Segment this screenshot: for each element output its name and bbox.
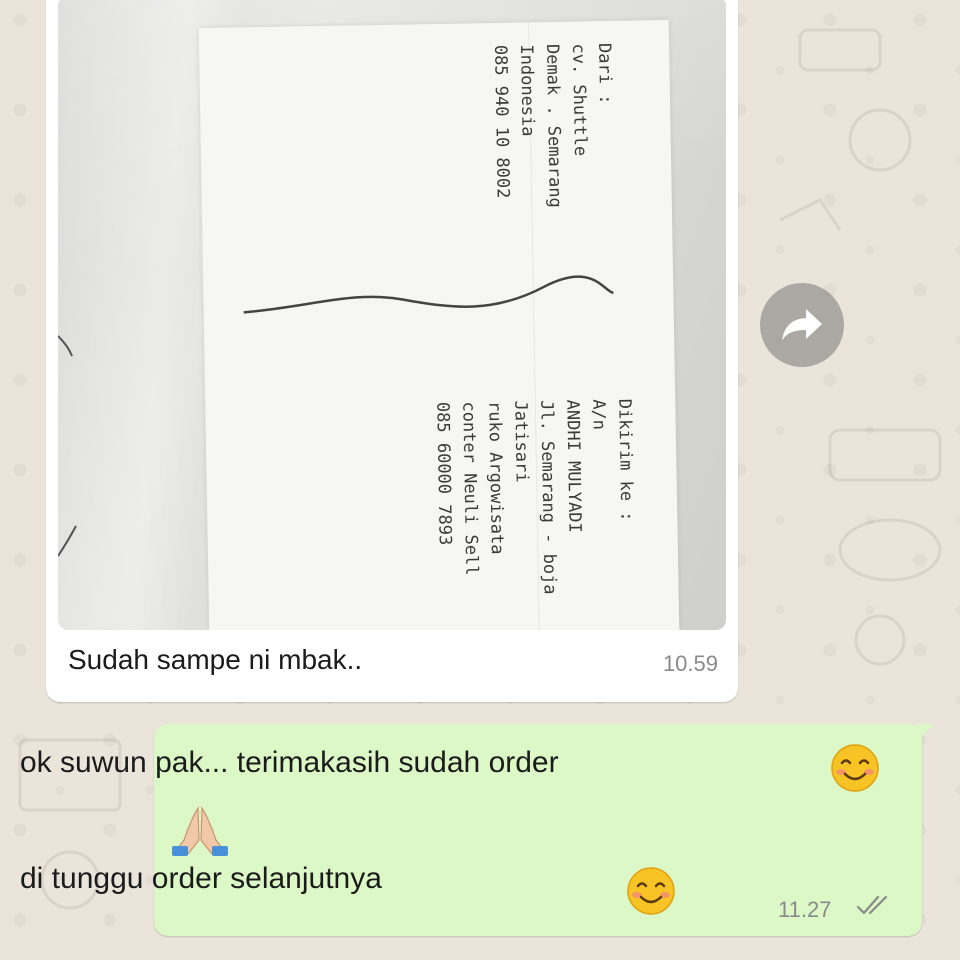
forward-button[interactable] bbox=[760, 283, 844, 367]
outgoing-text-line: ok suwun pak... terimakasih sudah order bbox=[20, 746, 559, 779]
double-check-icon bbox=[856, 894, 894, 923]
recipient-line: conter Neuli Sell bbox=[458, 401, 482, 576]
sender-line: Dari : bbox=[594, 42, 616, 105]
incoming-message-bubble[interactable]: Dari : cv. Shuttle Demak . Semarang Indo… bbox=[46, 0, 738, 702]
recipient-address: Dikirim ke : A/n ANDHI MULYADI Jl. Semar… bbox=[429, 399, 640, 597]
recipient-line: 085 60000 7893 bbox=[432, 401, 455, 546]
address-label-paper: Dari : cv. Shuttle Demak . Semarang Indo… bbox=[198, 19, 680, 630]
outgoing-text-line: di tunggu order selanjutnya bbox=[20, 862, 382, 895]
sender-line: 085 940 10 8002 bbox=[490, 44, 513, 199]
shipping-label-photo[interactable]: Dari : cv. Shuttle Demak . Semarang Indo… bbox=[58, 0, 726, 630]
recipient-line: Jl. Semarang - boja bbox=[536, 399, 560, 595]
smiling-face-emoji bbox=[830, 743, 880, 798]
message-caption: Sudah sampe ni mbak.. bbox=[68, 644, 363, 675]
folded-hands-emoji bbox=[170, 804, 230, 861]
sender-line: cv. Shuttle bbox=[568, 43, 591, 157]
recipient-line: Dikirim ke : bbox=[614, 398, 637, 522]
sender-line: Demak . Semarang bbox=[542, 43, 565, 208]
recipient-line: A/n bbox=[588, 399, 609, 431]
forward-icon bbox=[782, 309, 822, 341]
message-timestamp: 10.59 bbox=[662, 651, 718, 676]
recipient-line: ANDHI MULYADI bbox=[562, 399, 585, 533]
doodle-pattern bbox=[828, 428, 942, 666]
recipient-line: ruko Argowisata bbox=[484, 400, 507, 555]
smiling-face-emoji bbox=[626, 866, 676, 921]
doodle-pattern bbox=[18, 738, 122, 910]
sender-line: Indonesia bbox=[516, 44, 538, 137]
message-timestamp: 11.27 bbox=[778, 897, 832, 922]
sender-address: Dari : cv. Shuttle Demak . Semarang Indo… bbox=[487, 43, 620, 209]
recipient-line: Jatisari bbox=[510, 400, 532, 483]
doodle-pattern bbox=[779, 28, 912, 231]
